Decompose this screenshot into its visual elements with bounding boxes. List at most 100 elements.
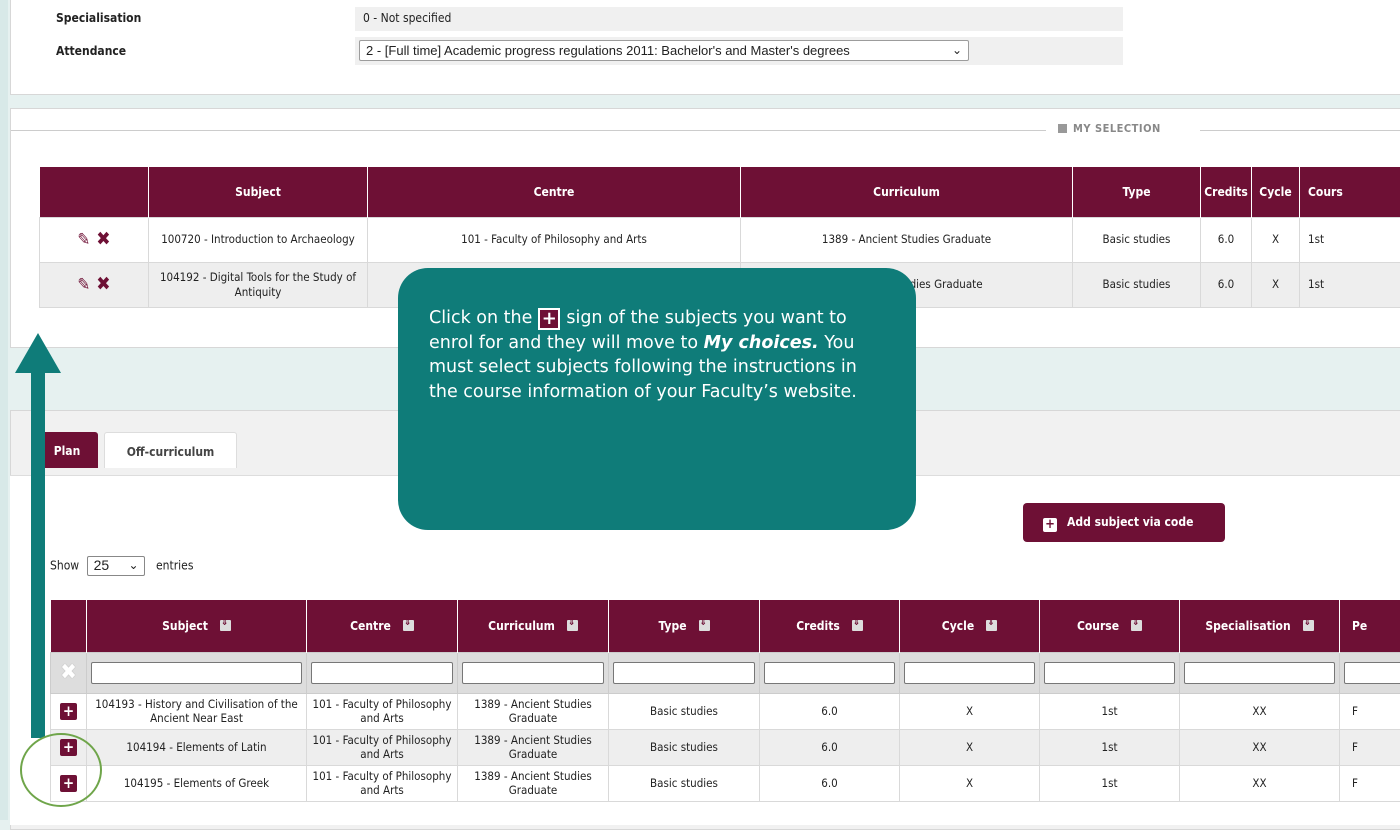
delete-icon[interactable]: ✖ [96, 273, 110, 295]
sort-icon[interactable] [567, 620, 578, 631]
page-left-strip [0, 0, 8, 820]
filter-credits-input[interactable] [764, 662, 895, 684]
col-header-curriculum: Curriculum [741, 167, 1073, 217]
col-header-type[interactable]: Type [609, 600, 760, 652]
sort-icon[interactable] [1303, 620, 1314, 631]
tutorial-arrow-head [15, 333, 61, 373]
col-header-specialisation[interactable]: Specialisation [1180, 600, 1340, 652]
filter-course-input[interactable] [1044, 662, 1175, 684]
chevron-down-icon: ⌄ [129, 558, 139, 572]
col-header-cycle: Cycle [1252, 167, 1300, 217]
table-header-row: Subject Centre Curriculum Type Credits C… [40, 167, 1400, 217]
square-icon [1058, 124, 1067, 133]
filter-row: ✖ [51, 652, 1400, 693]
col-header-cycle[interactable]: Cycle [900, 600, 1040, 652]
col-header-subject[interactable]: Subject [87, 600, 307, 652]
table-row: + 104193 - History and Civilisation of t… [51, 693, 1400, 729]
attendance-value-box: 2 - [Full time] Academic progress regula… [355, 37, 1123, 65]
tab-plan[interactable]: Plan [36, 432, 98, 468]
cell-credits: 6.0 [1201, 217, 1252, 262]
cell-centre: 101 - Faculty of Philosophy and Arts [307, 693, 458, 729]
col-header-period[interactable]: Pe [1340, 600, 1400, 652]
filter-subject-input[interactable] [91, 662, 302, 684]
filter-cell [1040, 652, 1180, 693]
filter-cell [900, 652, 1040, 693]
sort-icon[interactable] [220, 620, 231, 631]
filter-type-input[interactable] [613, 662, 755, 684]
callout-emphasis: My choices. [704, 333, 819, 353]
cell-cycle: X [900, 765, 1040, 801]
cell-subject: 100720 - Introduction to Archaeology [149, 217, 368, 262]
col-header-credits[interactable]: Credits [760, 600, 900, 652]
plus-icon: + [538, 308, 560, 330]
col-header-label: Curriculum [488, 619, 555, 633]
delete-icon[interactable]: ✖ [96, 228, 110, 250]
table-row: + 104194 - Elements of Latin 101 - Facul… [51, 729, 1400, 765]
cell-type: Basic studies [609, 765, 760, 801]
cell-specialisation: XX [1180, 765, 1340, 801]
tab-off-curriculum[interactable]: Off-curriculum [104, 432, 237, 468]
col-header-curriculum[interactable]: Curriculum [458, 600, 609, 652]
filter-cell [87, 652, 307, 693]
callout-text: Click on the [429, 308, 532, 328]
cell-specialisation: XX [1180, 729, 1340, 765]
attendance-select[interactable]: 2 - [Full time] Academic progress regula… [359, 40, 969, 61]
specialisation-value-box: 0 - Not specified [355, 7, 1123, 31]
add-subject-plus-icon[interactable]: + [60, 703, 77, 720]
col-header-course: Cours [1300, 167, 1400, 217]
sort-icon[interactable] [403, 620, 414, 631]
col-header-centre: Centre [368, 167, 741, 217]
col-header-credits: Credits [1201, 167, 1252, 217]
add-cell: + [51, 693, 87, 729]
row-actions: ✎✖ [40, 262, 149, 307]
cell-subject: 104192 - Digital Tools for the Study of … [149, 262, 368, 307]
cell-credits: 6.0 [1201, 262, 1252, 307]
cell-course: 1st [1040, 693, 1180, 729]
cell-curriculum: 1389 - Ancient Studies Graduate [458, 765, 609, 801]
entries-select[interactable]: 25⌄ [87, 556, 145, 576]
filter-specialisation-input[interactable] [1184, 662, 1335, 684]
add-subject-via-code-button[interactable]: +Add subject via code [1023, 503, 1225, 542]
filter-cycle-input[interactable] [904, 662, 1035, 684]
filter-period-input[interactable] [1344, 662, 1400, 684]
cell-centre: 101 - Faculty of Philosophy and Arts [307, 765, 458, 801]
table-row: + 104195 - Elements of Greek 101 - Facul… [51, 765, 1400, 801]
chevron-down-icon: ⌄ [952, 43, 962, 57]
cell-centre: 101 - Faculty of Philosophy and Arts [368, 217, 741, 262]
tutorial-arrow [31, 370, 45, 738]
cell-cycle: X [900, 729, 1040, 765]
col-header-label: Course [1077, 619, 1119, 633]
col-header [40, 167, 149, 217]
cell-credits: 6.0 [760, 693, 900, 729]
col-header-course[interactable]: Course [1040, 600, 1180, 652]
show-label: Show [50, 559, 79, 573]
sort-icon[interactable] [1131, 620, 1142, 631]
row-actions: ✎✖ [40, 217, 149, 262]
cell-course: 1st [1040, 765, 1180, 801]
specialisation-value: 0 - Not specified [363, 11, 451, 25]
col-header [51, 600, 87, 652]
specialisation-label: Specialisation [56, 11, 141, 25]
cell-course: 1st [1300, 217, 1400, 262]
table-row: ✎✖ 100720 - Introduction to Archaeology … [40, 217, 1400, 262]
clear-filters-cell: ✖ [51, 652, 87, 693]
filter-curriculum-input[interactable] [462, 662, 604, 684]
my-selection-title: MY SELECTION [1073, 122, 1161, 135]
sort-icon[interactable] [699, 620, 710, 631]
col-header-label: Subject [162, 619, 208, 633]
col-header-label: Cycle [942, 619, 974, 633]
sort-icon[interactable] [852, 620, 863, 631]
edit-icon[interactable]: ✎ [77, 275, 90, 295]
my-selection-legend: MY SELECTION [1048, 122, 1171, 138]
edit-icon[interactable]: ✎ [77, 230, 90, 250]
sort-icon[interactable] [986, 620, 997, 631]
filter-cell [458, 652, 609, 693]
col-header-centre[interactable]: Centre [307, 600, 458, 652]
cell-period: F [1340, 729, 1400, 765]
cell-type: Basic studies [609, 729, 760, 765]
clear-filters-icon[interactable]: ✖ [60, 660, 77, 685]
filter-centre-input[interactable] [311, 662, 453, 684]
entries-length-control: Show 25⌄ entries [50, 556, 193, 576]
cell-centre: 101 - Faculty of Philosophy and Arts [307, 729, 458, 765]
highlight-circle [20, 733, 102, 807]
